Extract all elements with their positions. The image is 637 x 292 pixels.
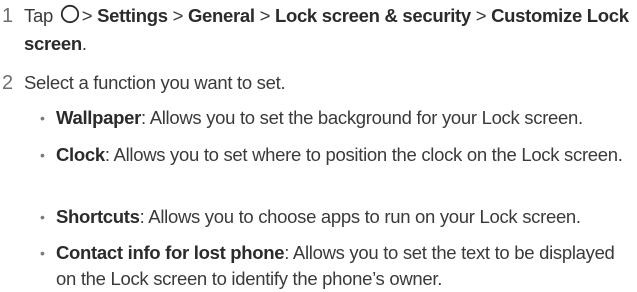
step-number: 1 (2, 5, 13, 27)
bullet-text: Wallpaper: Allows you to set the backgro… (56, 105, 636, 131)
bullet-text: Contact info for lost phone: Allows you … (56, 240, 636, 292)
bullet-desc: : Allows you to set the background for y… (141, 107, 583, 128)
tap-label: Tap (24, 5, 53, 26)
home-circle-icon (60, 4, 80, 31)
bullet-text: Clock: Allows you to set where to positi… (56, 142, 636, 168)
step-1-end: . (81, 33, 87, 54)
bullet-desc: : Allows you to choose apps to run on yo… (139, 206, 581, 227)
path-general: General (187, 5, 255, 26)
bullet-text: Shortcuts: Allows you to choose apps to … (56, 204, 636, 230)
bullet-term: Clock (56, 144, 105, 165)
bullet-desc: : Allows you to set where to position th… (104, 144, 623, 165)
path-lock-screen-security: Lock screen & security (274, 5, 471, 26)
bullet-icon: • (40, 245, 45, 261)
bullet-term: Shortcuts (56, 206, 140, 227)
separator: > (81, 5, 93, 26)
separator: > (475, 5, 487, 26)
separator: > (259, 5, 271, 26)
bullet-term: Contact info for lost phone (56, 242, 285, 263)
separator: > (172, 5, 184, 26)
bullet-term: Wallpaper (56, 107, 142, 128)
path-settings: Settings (97, 5, 168, 26)
bullet-icon: • (40, 147, 45, 163)
bullet-icon: • (40, 209, 45, 225)
bullet-icon: • (40, 110, 45, 126)
instruction-page: 1 Tap > Settings > General > Lock screen… (0, 0, 637, 289)
step-1-text: Tap > Settings > General > Lock screen &… (24, 3, 636, 57)
step-number: 2 (2, 72, 13, 94)
step-2-text: Select a function you want to set. (24, 72, 286, 93)
